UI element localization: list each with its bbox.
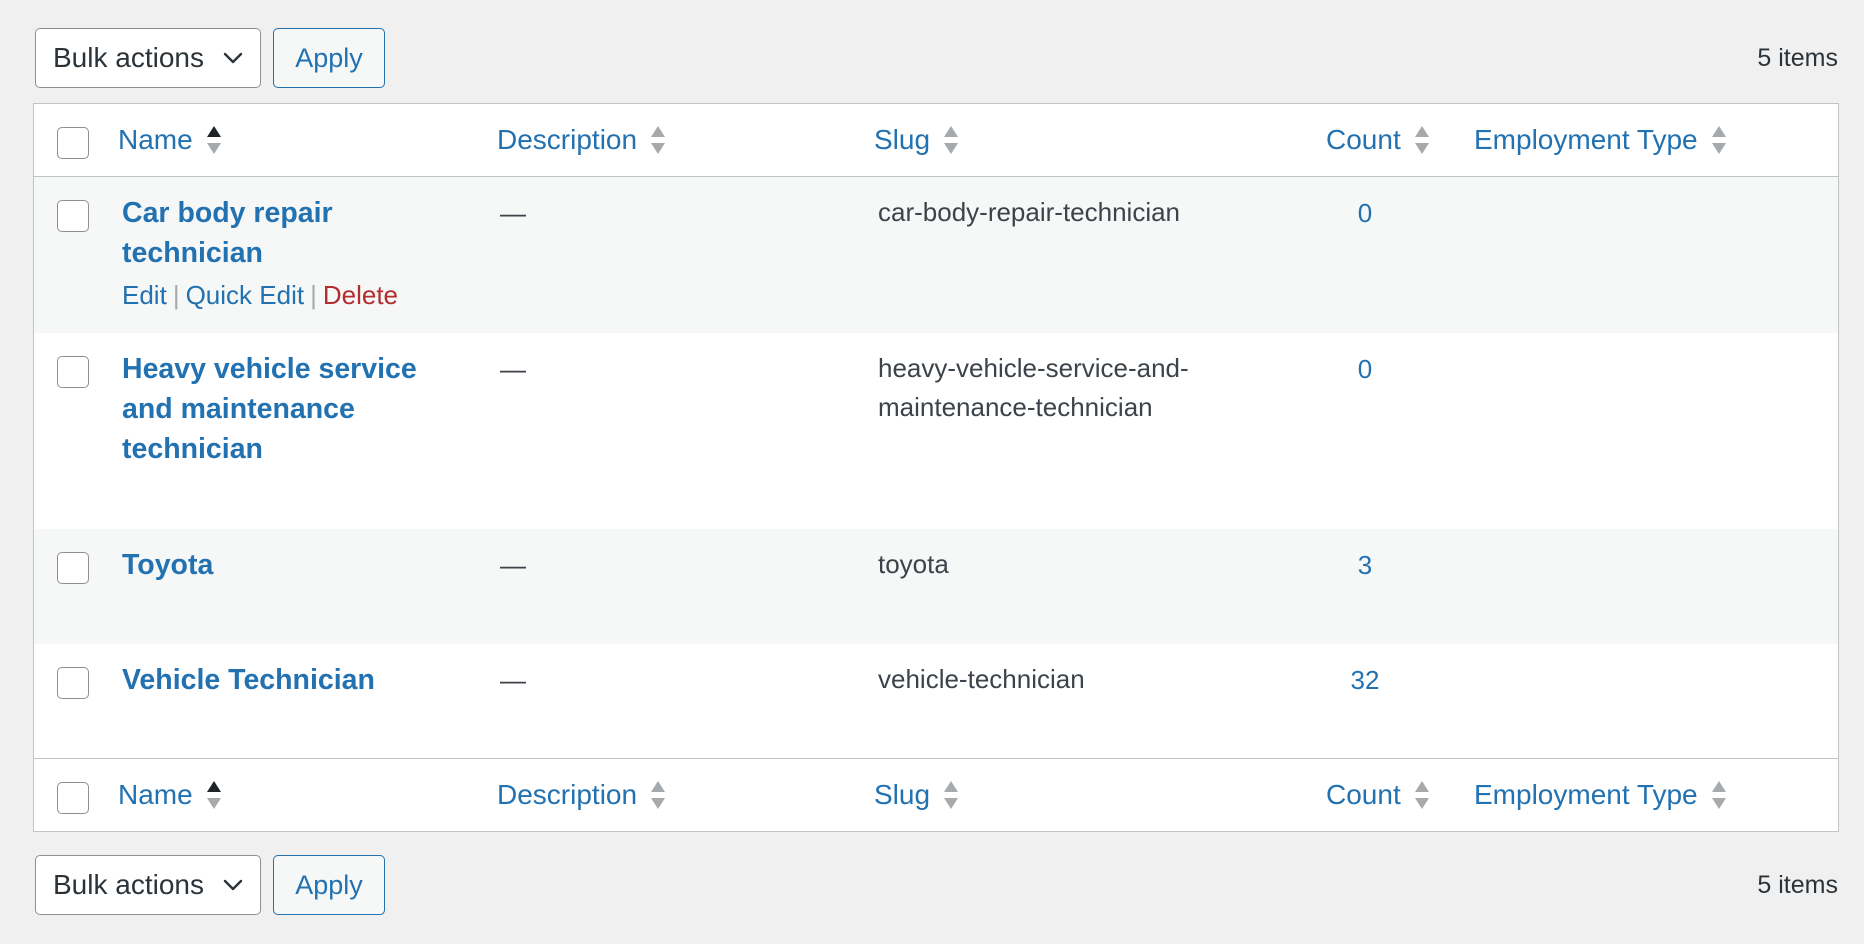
name-cell: Heavy vehicle service and maintenance te… <box>122 349 417 469</box>
column-header-description[interactable]: Description <box>497 122 667 158</box>
column-footer-slug-label: Slug <box>874 779 931 810</box>
term-name-line: Heavy vehicle service <box>122 353 417 385</box>
tablenav-top: Bulk actions Apply 5 items <box>35 28 1838 88</box>
sort-ascending-icon <box>205 125 223 155</box>
count-link[interactable]: 32 <box>1335 662 1395 698</box>
column-footer-slug[interactable]: Slug <box>874 777 960 813</box>
sort-ascending-icon <box>205 780 223 810</box>
sort-icon <box>649 125 667 155</box>
sort-icon <box>1710 780 1728 810</box>
items-count: 5 items <box>1757 43 1838 72</box>
column-header-count[interactable]: Count <box>1326 122 1431 158</box>
term-name-link[interactable]: Vehicle Technician <box>122 660 375 700</box>
chevron-down-icon <box>222 874 244 896</box>
column-header-employment-type[interactable]: Employment Type <box>1474 122 1728 158</box>
description-cell: — <box>500 665 526 695</box>
count-link[interactable]: 3 <box>1335 547 1395 583</box>
sort-icon <box>1413 780 1431 810</box>
column-header-slug[interactable]: Slug <box>874 122 960 158</box>
select-all-checkbox[interactable] <box>57 127 89 159</box>
column-footer-employment-type[interactable]: Employment Type <box>1474 777 1728 813</box>
slug-cell: heavy-vehicle-service-and- maintenance-t… <box>878 349 1189 427</box>
description-cell: — <box>500 198 526 228</box>
sort-icon <box>942 125 960 155</box>
tablenav-bottom: Bulk actions Apply 5 items <box>35 855 1838 915</box>
name-cell: Toyota <box>122 545 213 585</box>
term-name-line: Car body repair <box>122 197 333 229</box>
table-footer-row: Name Description Slug Count Employment T… <box>34 758 1838 831</box>
count-link[interactable]: 0 <box>1335 351 1395 387</box>
table-row: Car body repair technician Edit | Quick Ed… <box>34 177 1838 333</box>
slug-cell: toyota <box>878 549 949 579</box>
sort-icon <box>1710 125 1728 155</box>
chevron-down-icon <box>222 47 244 69</box>
terms-table: Name Description Slug Count Employment T… <box>33 103 1839 832</box>
column-footer-description-label: Description <box>497 779 638 810</box>
select-all-checkbox[interactable] <box>57 782 89 814</box>
table-row: Toyota — toyota 3 <box>34 529 1838 644</box>
terms-list-page: Bulk actions Apply 5 items Name Descript… <box>0 0 1864 944</box>
term-name-line: technician <box>122 433 263 465</box>
table-header-row: Name Description Slug Count Employment T… <box>34 104 1838 177</box>
term-name-link[interactable]: Car body repair technician <box>122 193 398 273</box>
sort-icon <box>942 780 960 810</box>
column-footer-name-label: Name <box>118 779 193 810</box>
sort-icon <box>1413 125 1431 155</box>
row-checkbox[interactable] <box>57 200 89 232</box>
items-count: 5 items <box>1757 870 1838 899</box>
bulk-actions-label: Bulk actions <box>53 869 204 900</box>
column-header-name-label: Name <box>118 124 193 155</box>
sort-icon <box>649 780 667 810</box>
slug-cell: vehicle-technician <box>878 664 1085 694</box>
row-checkbox[interactable] <box>57 356 89 388</box>
column-footer-employment-type-label: Employment Type <box>1474 779 1698 810</box>
row-actions: Edit | Quick Edit | Delete <box>122 279 398 311</box>
row-checkbox[interactable] <box>57 552 89 584</box>
column-header-employment-type-label: Employment Type <box>1474 124 1698 155</box>
slug-line: heavy-vehicle-service-and- <box>878 353 1189 383</box>
column-footer-count-label: Count <box>1326 779 1401 810</box>
edit-link[interactable]: Edit <box>122 280 167 310</box>
bulk-actions-select[interactable]: Bulk actions <box>35 28 261 88</box>
separator: | <box>310 280 317 310</box>
bulk-actions-label: Bulk actions <box>53 42 204 73</box>
term-name-link[interactable]: Toyota <box>122 545 213 585</box>
name-cell: Car body repair technician Edit | Quick Ed… <box>122 193 398 311</box>
table-row: Heavy vehicle service and maintenance te… <box>34 333 1838 529</box>
apply-button[interactable]: Apply <box>273 28 385 88</box>
count-link[interactable]: 0 <box>1335 195 1395 231</box>
delete-link[interactable]: Delete <box>323 280 398 310</box>
column-header-count-label: Count <box>1326 124 1401 155</box>
apply-button[interactable]: Apply <box>273 855 385 915</box>
description-cell: — <box>500 354 526 384</box>
name-cell: Vehicle Technician <box>122 660 375 700</box>
row-checkbox[interactable] <box>57 667 89 699</box>
column-footer-count[interactable]: Count <box>1326 777 1431 813</box>
column-header-slug-label: Slug <box>874 124 931 155</box>
column-footer-name[interactable]: Name <box>118 777 223 813</box>
bulk-actions-select[interactable]: Bulk actions <box>35 855 261 915</box>
term-name-link[interactable]: Heavy vehicle service and maintenance te… <box>122 349 417 469</box>
table-row: Vehicle Technician — vehicle-technician … <box>34 644 1838 758</box>
separator: | <box>172 280 180 310</box>
term-name-line: and maintenance <box>122 393 355 425</box>
column-header-description-label: Description <box>497 124 638 155</box>
slug-cell: car-body-repair-technician <box>878 197 1181 227</box>
column-header-name[interactable]: Name <box>118 122 223 158</box>
slug-line: maintenance-technician <box>878 392 1153 422</box>
quick-edit-link[interactable]: Quick Edit <box>186 280 305 310</box>
description-cell: — <box>500 550 526 580</box>
term-name-line: technician <box>122 237 263 269</box>
column-footer-description[interactable]: Description <box>497 777 667 813</box>
